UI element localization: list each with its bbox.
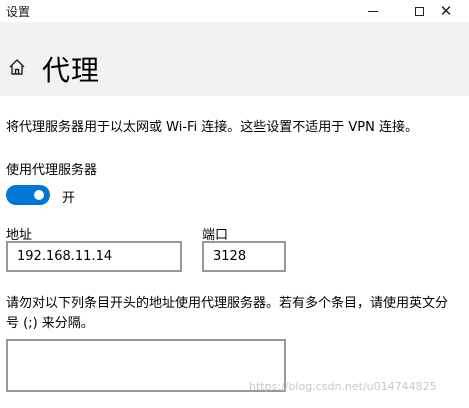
use-proxy-toggle[interactable]	[6, 185, 50, 205]
minimize-button[interactable]	[350, 0, 396, 22]
address-input[interactable]: 192.168.11.14	[6, 241, 182, 272]
close-button[interactable]: ✕	[423, 0, 469, 22]
port-input[interactable]: 3128	[202, 241, 286, 272]
home-icon[interactable]	[8, 58, 26, 76]
minimize-icon	[368, 10, 378, 12]
exceptions-input[interactable]	[6, 339, 286, 392]
proxy-description: 将代理服务器用于以太网或 Wi-Fi 连接。这些设置不适用于 VPN 连接。	[6, 120, 419, 135]
watermark: https://blog.csdn.net/u014744825	[249, 380, 437, 393]
exceptions-label: 请勿对以下列条目开头的地址使用代理服务器。若有多个条目，请使用英文分号 (;) …	[6, 296, 449, 331]
page-title: 代理	[42, 54, 101, 87]
use-proxy-label: 使用代理服务器	[6, 163, 98, 178]
title-bar: 设置 ✕	[0, 0, 469, 22]
toggle-knob	[34, 190, 44, 200]
toggle-state-label: 开	[62, 191, 76, 206]
close-icon: ✕	[439, 1, 453, 20]
page-header: 代理	[0, 22, 469, 96]
window-title: 设置	[6, 5, 31, 19]
